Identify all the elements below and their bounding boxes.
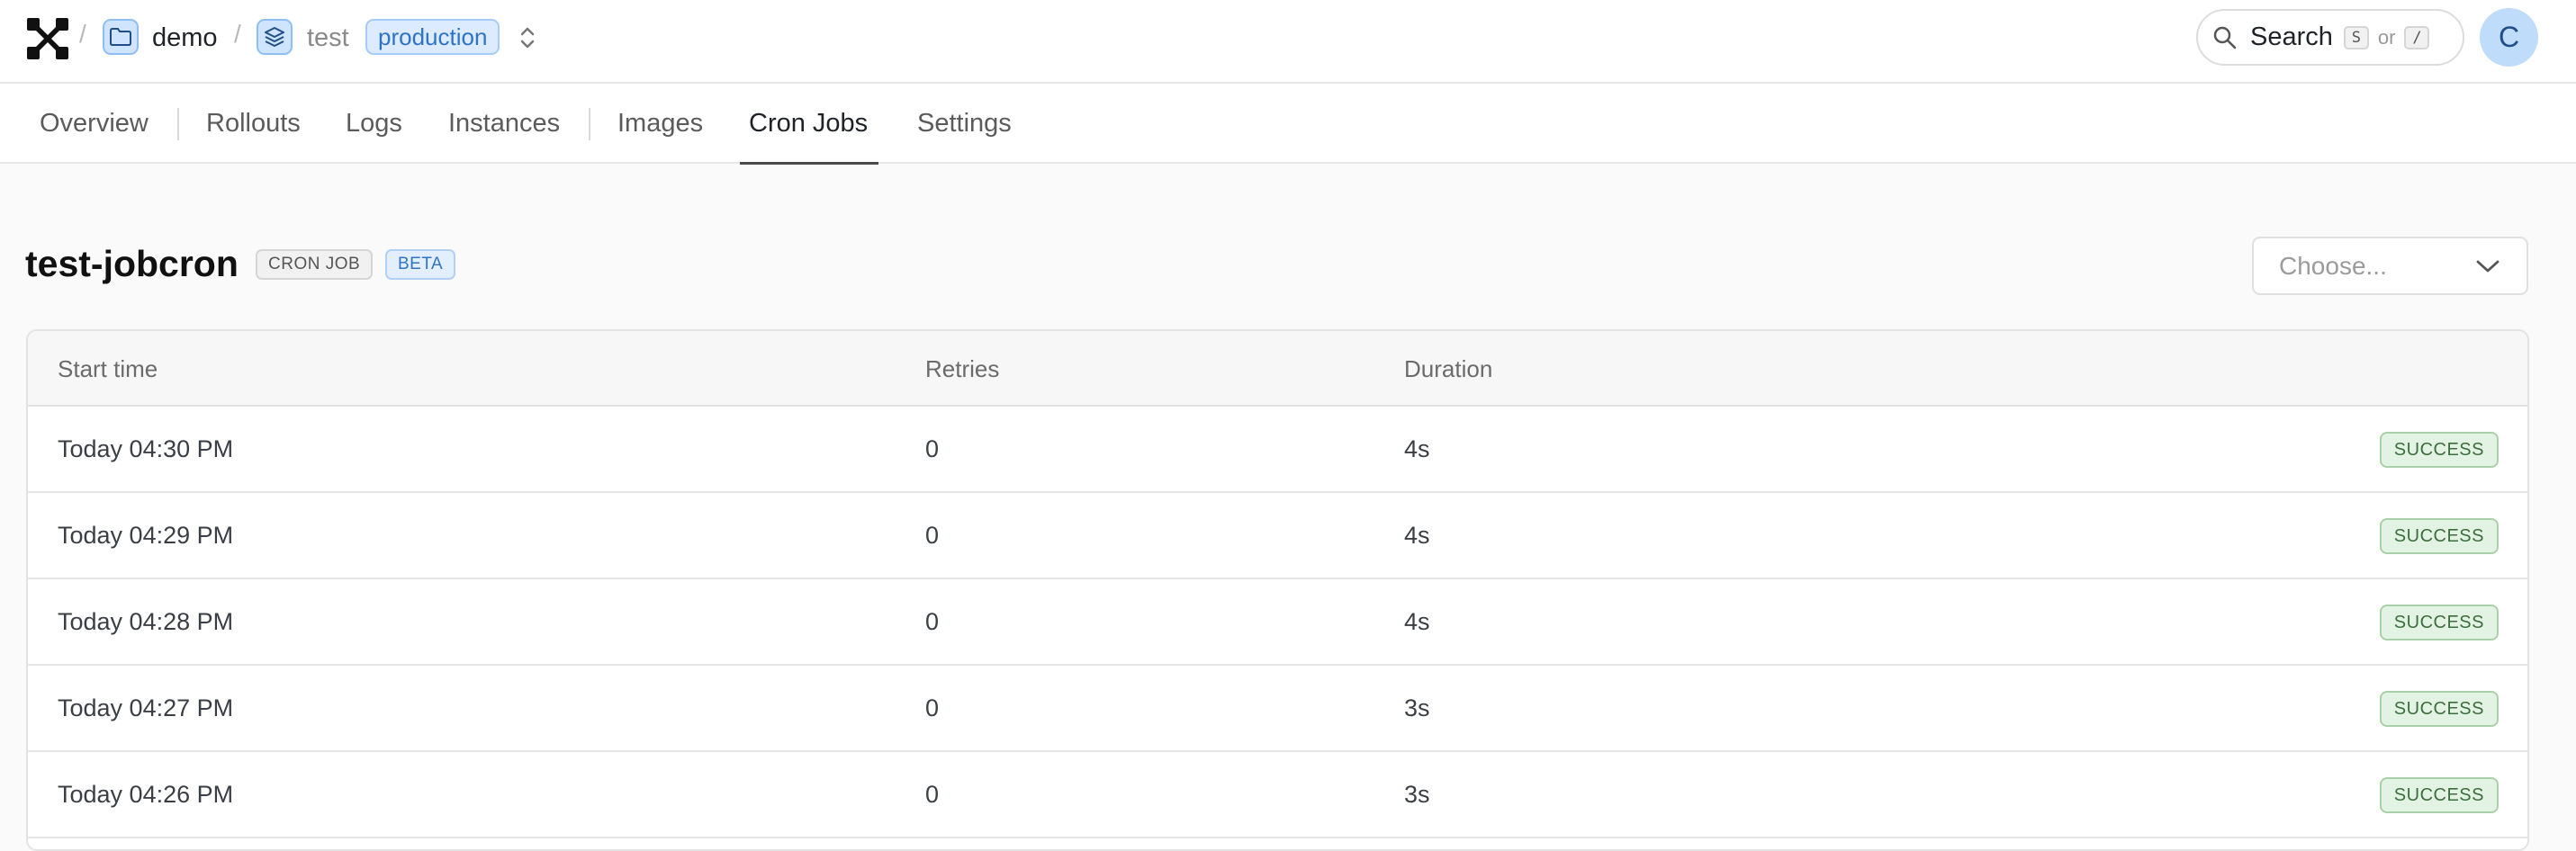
column-retries: Retries [925, 355, 1000, 382]
chevron-down-icon [2476, 260, 2499, 272]
breadcrumb-separator: / [234, 20, 241, 48]
table-row[interactable]: Today 04:28 PM 0 4s SUCCESS [28, 579, 2527, 666]
cell-duration: 4s [1404, 522, 1430, 549]
cell-retries: 0 [925, 522, 940, 549]
tab-instances[interactable]: Instances [448, 84, 560, 164]
cell-start-time: Today 04:30 PM [58, 435, 234, 462]
search-button[interactable]: Search S or / [2196, 9, 2464, 66]
status-badge: SUCCESS [2379, 777, 2499, 813]
cell-start-time: Today 04:27 PM [58, 694, 234, 721]
cell-duration: 3s [1404, 781, 1430, 808]
breadcrumb-service[interactable]: test [307, 20, 349, 56]
status-badge: SUCCESS [2379, 605, 2499, 640]
table-row[interactable]: Today 04:29 PM 0 4s SUCCESS [28, 493, 2527, 579]
folder-icon [103, 19, 139, 55]
beta-badge: BETA [385, 249, 456, 280]
search-label: Search [2250, 22, 2333, 51]
column-start-time: Start time [58, 355, 158, 382]
tab-divider [177, 108, 179, 140]
cell-duration: 4s [1404, 435, 1430, 462]
search-icon [2213, 26, 2237, 49]
cell-duration: 3s [1404, 694, 1430, 721]
tab-cron-jobs[interactable]: Cron Jobs [739, 84, 879, 165]
column-duration: Duration [1404, 355, 1493, 382]
breadcrumb-project[interactable]: demo [152, 20, 218, 56]
status-badge: SUCCESS [2379, 691, 2499, 727]
table-row[interactable]: Today 04:27 PM 0 3s SUCCESS [28, 666, 2527, 752]
page-title: test-jobcron [25, 243, 239, 284]
cell-duration: 4s [1404, 608, 1430, 635]
status-badge: SUCCESS [2379, 518, 2499, 554]
cell-retries: 0 [925, 608, 940, 635]
cell-start-time: Today 04:29 PM [58, 522, 234, 549]
tab-logs[interactable]: Logs [346, 84, 402, 164]
status-badge: SUCCESS [2379, 432, 2499, 468]
layers-icon [257, 19, 293, 55]
select-placeholder: Choose... [2279, 251, 2387, 280]
app-logo-icon[interactable] [27, 18, 68, 59]
shortcut-key: S [2343, 25, 2369, 49]
shortcut-or: or [2377, 25, 2396, 49]
cell-retries: 0 [925, 694, 940, 721]
cron-runs-table: Start time Retries Duration Today 04:30 … [26, 329, 2529, 851]
tab-bar: Overview Rollouts Logs Instances Images … [0, 84, 2576, 165]
tab-divider [589, 108, 590, 140]
run-select-dropdown[interactable]: Choose... [2252, 237, 2528, 295]
tab-overview[interactable]: Overview [40, 84, 149, 164]
avatar[interactable]: C [2480, 8, 2538, 67]
table-header: Start time Retries Duration [28, 331, 2527, 407]
cell-start-time: Today 04:26 PM [58, 781, 234, 808]
tab-settings[interactable]: Settings [917, 84, 1012, 164]
environment-badge[interactable]: production [365, 19, 500, 55]
tab-images[interactable]: Images [617, 84, 703, 164]
cell-retries: 0 [925, 435, 940, 462]
cell-retries: 0 [925, 781, 940, 808]
top-header: / demo / test production Search S or / C [0, 0, 2576, 84]
table-row[interactable]: Today 04:26 PM 0 3s SUCCESS [28, 752, 2527, 838]
table-row[interactable]: Today 04:30 PM 0 4s SUCCESS [28, 407, 2527, 493]
cell-start-time: Today 04:28 PM [58, 608, 234, 635]
shortcut-key: / [2404, 25, 2430, 49]
chevron-up-down-icon[interactable] [517, 23, 538, 52]
type-badge: CRON JOB [256, 249, 374, 280]
tab-rollouts[interactable]: Rollouts [206, 84, 301, 164]
breadcrumb-separator: / [79, 20, 86, 48]
